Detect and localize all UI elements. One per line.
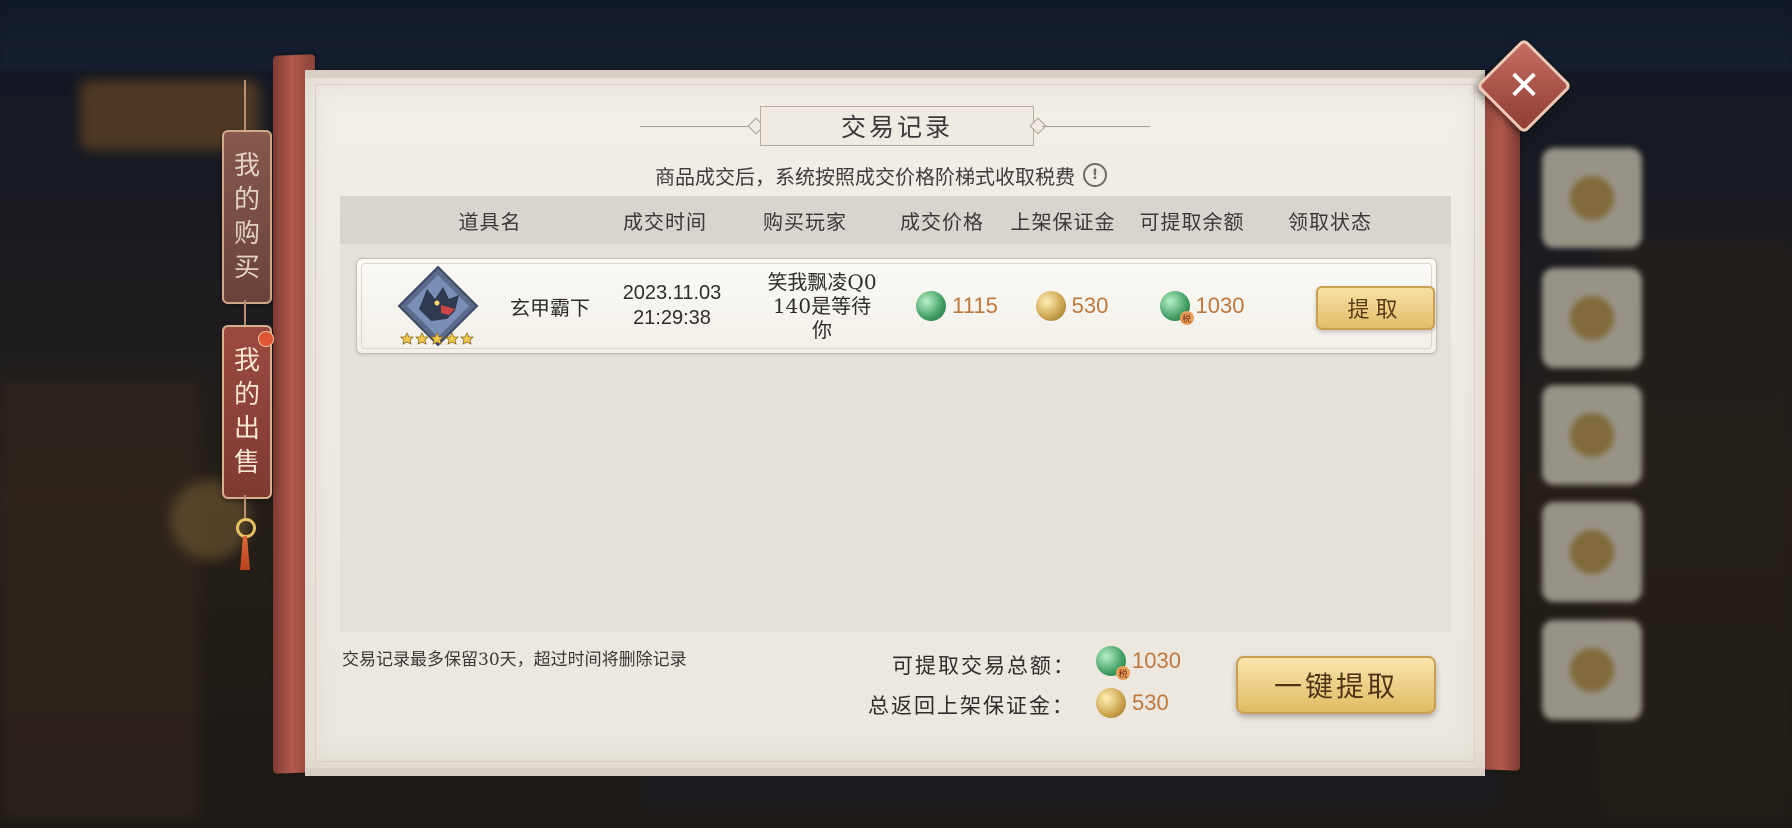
column-header-deposit: 上架保证金 (1010, 209, 1116, 234)
buyer-name: 笑我飘凌Q0140是等待你 (767, 270, 877, 342)
tab-char: 买 (233, 253, 260, 283)
listing-deposit: 530 (1007, 259, 1137, 353)
item-name: 玄甲霸下 (510, 295, 590, 320)
one-click-withdraw-button[interactable]: 一键提取 (1236, 656, 1436, 714)
tax-notice: 商品成交后，系统按照成交价格阶梯式收取税费 ! (655, 160, 1107, 190)
wolf-armor-item-icon (397, 265, 479, 347)
tassel-ring-icon (236, 518, 256, 538)
tax-notice-text: 商品成交后，系统按照成交价格阶梯式收取税费 (655, 164, 1075, 189)
trade-record-table: 道具名 成交时间 购买玩家 成交价格 上架保证金 可提取余额 领取状态 玄甲霸下… (340, 196, 1451, 632)
green-coin-icon (916, 291, 947, 321)
total-withdraw-label: 可提取交易总额： (892, 654, 1076, 678)
trade-price-value: 1115 (952, 293, 998, 318)
trade-price: 1115 (892, 259, 1022, 353)
trade-time-text: 21:29:38 (633, 307, 711, 329)
tax-tag-icon: 税 (1116, 666, 1130, 680)
info-icon[interactable]: ! (1083, 163, 1107, 187)
green-tagged-coin-icon: 税 (1096, 646, 1130, 680)
tab-my-purchases[interactable]: 我 的 购 买 (222, 130, 272, 304)
total-withdraw: 税 1030 (1096, 646, 1181, 680)
total-withdraw-value: 1030 (1132, 648, 1181, 673)
withdrawable-balance: 税 1030 (1127, 259, 1277, 353)
trade-date-text: 2023.11.03 (622, 282, 722, 304)
retention-note: 交易记录最多保留30天，超过时间将删除记录 (342, 650, 687, 670)
tab-char: 的 (233, 380, 260, 410)
tab-cord (244, 495, 246, 519)
dialog-title-banner: 交易记录 (640, 104, 1150, 146)
tab-char: 的 (233, 185, 260, 215)
tab-my-sales[interactable]: 我 的 出 售 (222, 325, 272, 499)
title-ornament-line (640, 126, 758, 127)
total-deposit-label: 总返回上架保证金： (868, 694, 1075, 718)
total-deposit: 530 (1096, 688, 1169, 718)
tab-cord (244, 80, 246, 132)
column-header-price: 成交价格 (900, 209, 984, 234)
tax-tag-icon: 税 (1179, 311, 1194, 325)
column-header-time: 成交时间 (623, 209, 707, 234)
column-header-withdrawable: 可提取余额 (1139, 209, 1245, 234)
gold-coin-icon (1096, 688, 1126, 718)
page-title: 交易记录 (760, 106, 1034, 146)
listing-deposit-value: 530 (1071, 293, 1109, 318)
claim-button[interactable]: 提取 (1316, 286, 1435, 330)
tab-char: 我 (233, 151, 260, 181)
tab-char: 购 (233, 219, 260, 249)
withdrawable-value: 1030 (1195, 293, 1245, 318)
tab-cord (244, 300, 246, 326)
column-header-status: 领取状态 (1288, 209, 1372, 234)
gold-coin-icon (1035, 291, 1066, 321)
column-header-item: 道具名 (458, 209, 522, 234)
tab-char: 售 (233, 448, 260, 478)
table-row: 玄甲霸下 2023.11.03 21:29:38 笑我飘凌Q0140是等待你 1… (356, 258, 1437, 354)
total-deposit-value: 530 (1132, 690, 1169, 715)
tab-char: 出 (233, 414, 260, 444)
column-header-buyer: 购买玩家 (763, 209, 847, 234)
close-icon: ✕ (1507, 63, 1541, 109)
green-tagged-coin-icon: 税 (1159, 291, 1194, 325)
notification-dot (258, 331, 274, 347)
trade-time: 2023.11.03 21:29:38 (607, 259, 737, 353)
title-ornament-line (1042, 126, 1150, 127)
table-header: 道具名 成交时间 购买玩家 成交价格 上架保证金 可提取余额 领取状态 (340, 196, 1451, 244)
tab-char: 我 (233, 346, 260, 376)
